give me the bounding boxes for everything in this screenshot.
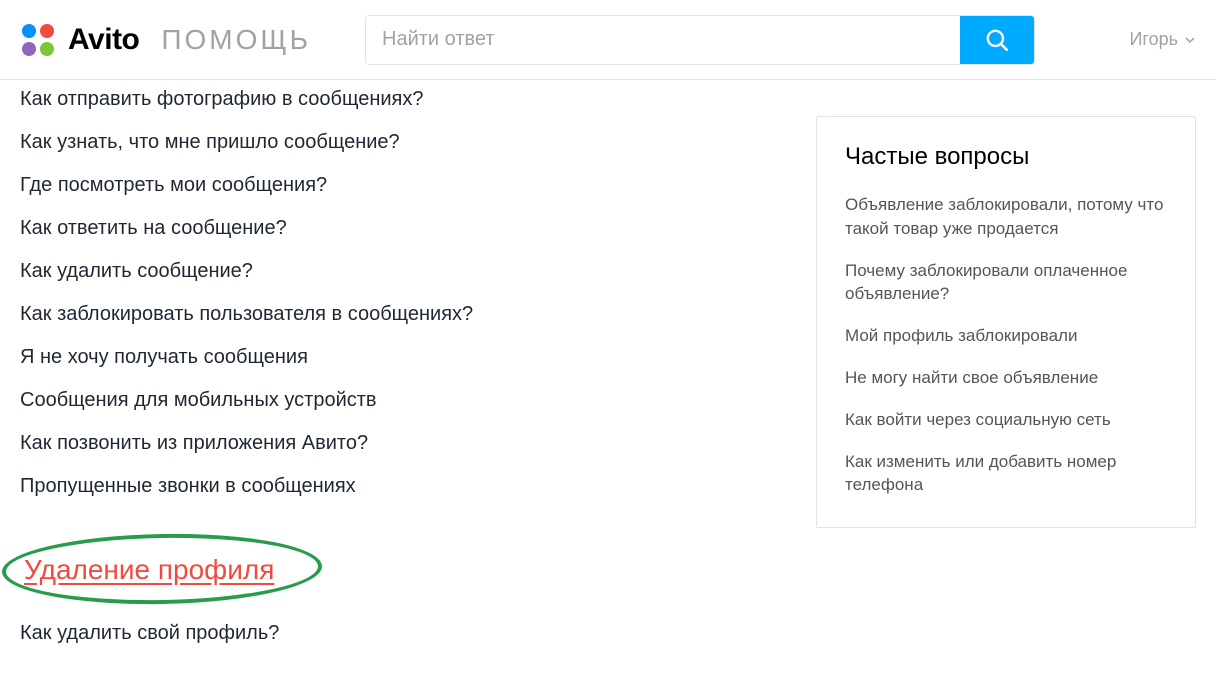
main-content: Как отправить фотографию в сообщениях? К… — [0, 80, 1216, 695]
faq-link[interactable]: Как ответить на сообщение? — [20, 207, 776, 250]
faq-link[interactable]: Как узнать, что мне пришло сообщение? — [20, 121, 776, 164]
search-button[interactable] — [960, 16, 1034, 64]
section-faq-list: Как удалить свой профиль? — [20, 614, 776, 655]
faq-link[interactable]: Сообщения для мобильных устройств — [20, 379, 776, 422]
card-list: Объявление заблокировали, потому что так… — [845, 193, 1167, 497]
faq-link[interactable]: Где посмотреть мои сообщения? — [20, 164, 776, 207]
faq-link[interactable]: Как удалить свой профиль? — [20, 614, 776, 655]
sidebar-link[interactable]: Объявление заблокировали, потому что так… — [845, 193, 1167, 241]
avito-dots-icon — [20, 22, 56, 58]
search-input[interactable] — [366, 16, 960, 64]
user-menu[interactable]: Игорь — [1129, 29, 1196, 50]
frequent-questions-card: Частые вопросы Объявление заблокировали,… — [816, 116, 1196, 528]
left-column: Как отправить фотографию в сообщениях? К… — [20, 80, 776, 655]
site-header: Avito помощь Игорь — [0, 0, 1216, 80]
brand-name: Avito — [68, 23, 139, 57]
help-label: помощь — [161, 24, 311, 56]
sidebar: Частые вопросы Объявление заблокировали,… — [816, 116, 1196, 655]
logo[interactable]: Avito помощь — [20, 22, 311, 58]
faq-list: Как отправить фотографию в сообщениях? К… — [20, 80, 776, 508]
faq-link[interactable]: Как удалить сообщение? — [20, 250, 776, 293]
card-title: Частые вопросы — [845, 143, 1167, 171]
search-icon — [984, 27, 1010, 53]
faq-link[interactable]: Как позвонить из приложения Авито? — [20, 422, 776, 465]
highlighted-section: Удаление профиля — [20, 548, 278, 592]
sidebar-link[interactable]: Мой профиль заблокировали — [845, 324, 1167, 348]
sidebar-link[interactable]: Как войти через социальную сеть — [845, 408, 1167, 432]
search-box — [365, 15, 1035, 65]
faq-link[interactable]: Пропущенные звонки в сообщениях — [20, 465, 776, 508]
faq-link[interactable]: Как отправить фотографию в сообщениях? — [20, 80, 776, 121]
sidebar-link[interactable]: Не могу найти свое объявление — [845, 366, 1167, 390]
sidebar-link[interactable]: Как изменить или добавить номер телефона — [845, 450, 1167, 498]
section-heading-delete-profile[interactable]: Удаление профиля — [20, 548, 278, 592]
faq-link[interactable]: Как заблокировать пользователя в сообщен… — [20, 293, 776, 336]
user-name: Игорь — [1129, 29, 1178, 50]
chevron-down-icon — [1184, 34, 1196, 46]
faq-link[interactable]: Я не хочу получать сообщения — [20, 336, 776, 379]
sidebar-link[interactable]: Почему заблокировали оплаченное объявлен… — [845, 259, 1167, 307]
